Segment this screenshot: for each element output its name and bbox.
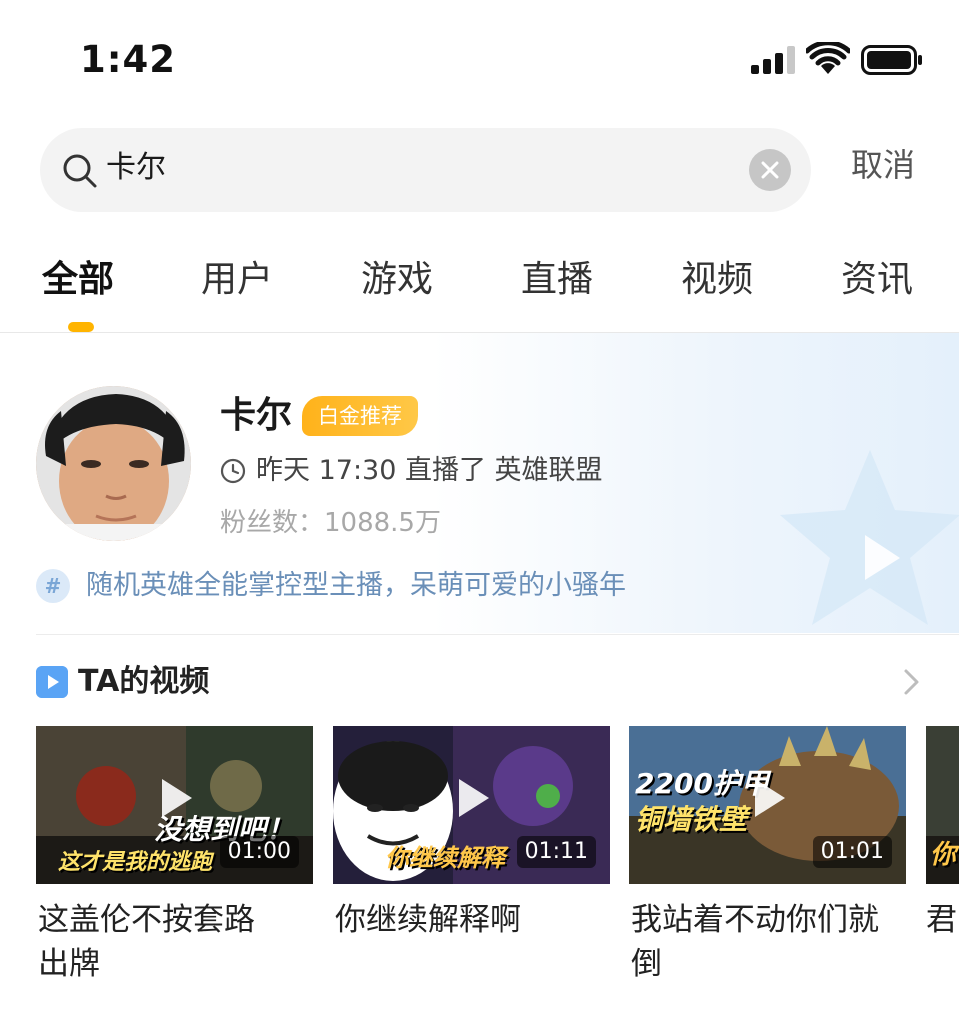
cellular-signal-icon [751,46,797,74]
thumbnail-overlay-text: 你 [930,840,957,870]
search-input[interactable]: 卡尔 [106,148,166,188]
tab-games[interactable]: 游戏 [361,250,433,310]
wifi-icon [806,42,850,74]
thumbnail-overlay-text: 这才是我的逃跑 [58,850,213,875]
play-icon [458,779,489,817]
category-tabs: 全部 用户 游戏 直播 视频 资讯 [0,250,959,310]
search-box[interactable]: 卡尔 [40,128,811,212]
platinum-recommend-badge: 白金推荐 [302,396,418,436]
tab-users[interactable]: 用户 [201,250,273,310]
video-duration: 01:01 [812,836,892,868]
avatar[interactable] [36,386,191,541]
play-icon [754,779,785,817]
fans-count: 粉丝数：1088.5万 [220,508,441,538]
video-thumbnail[interactable]: 2200护甲 铜墙铁壁 01:01 [629,726,906,884]
thumbnail-overlay-text: 铜墙铁壁 [635,803,748,836]
video-caption[interactable]: 君 [926,898,959,942]
play-icon [161,779,192,817]
video-caption[interactable]: 你继续解释啊 [335,898,610,942]
video-caption[interactable]: 这盖伦不按套路 出牌 [38,898,313,986]
hashtag-icon: # [36,569,70,603]
video-thumbnail[interactable]: 你 [926,726,959,884]
battery-icon [861,45,922,75]
tab-news[interactable]: 资讯 [841,250,913,310]
video-caption[interactable]: 我站着不动你们就 倒 [631,898,906,986]
search-icon [63,154,97,188]
video-thumbnail[interactable]: 没想到吧！ 这才是我的逃跑 01:00 [36,726,313,884]
user-description: 随机英雄全能掌控型主播，呆萌可爱的小骚年 [86,570,626,601]
clock-icon [220,458,246,484]
video-thumbnail[interactable]: 你继续解释 01:11 [333,726,610,884]
clear-search-icon[interactable] [749,149,791,191]
video-duration: 01:00 [219,836,299,868]
status-time: 1:42 [80,38,177,81]
tab-videos[interactable]: 视频 [681,250,753,310]
video-play-icon [36,666,68,698]
active-tab-indicator [68,322,94,332]
last-live-info: 昨天 17:30 直播了 英雄联盟 [256,455,603,486]
chevron-right-icon[interactable] [898,667,924,697]
user-name[interactable]: 卡尔 [220,392,292,440]
video-duration: 01:11 [516,836,596,868]
thumbnail-overlay-text: 你继续解释 [385,844,505,872]
tab-live[interactable]: 直播 [521,250,593,310]
videos-section-title: TA的视频 [78,664,210,699]
divider [36,634,959,635]
cancel-button[interactable]: 取消 [851,144,915,186]
star-watermark-icon [780,450,959,625]
tab-all[interactable]: 全部 [42,250,114,310]
